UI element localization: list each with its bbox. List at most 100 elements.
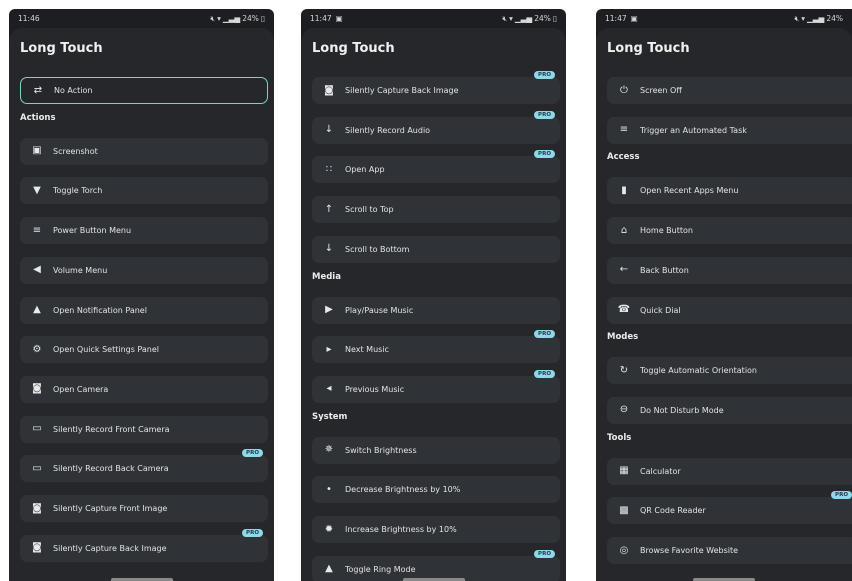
page-title: Long Touch	[20, 41, 103, 56]
action-option[interactable]: ↻ Toggle Automatic Orientation	[607, 357, 852, 385]
action-option[interactable]: ◙ Open Camera	[20, 375, 268, 403]
battery-percent: 24%	[534, 14, 551, 23]
pro-badge: PRO	[242, 528, 263, 537]
page-title: Long Touch	[607, 41, 690, 56]
action-option[interactable]: ◎ Browse Favorite Website	[607, 537, 852, 564]
torch-icon: ▼	[33, 184, 41, 196]
pro-badge: PRO	[534, 549, 555, 558]
video-camera-icon: ▭	[32, 423, 42, 435]
action-option[interactable]: ◀ Volume Menu	[20, 256, 268, 284]
action-option[interactable]: ↑ Scroll to Top	[312, 196, 560, 224]
action-option[interactable]: ☎ Quick Dial	[607, 296, 852, 324]
pro-badge: PRO	[534, 330, 555, 339]
swap-arrows-icon: ⇄	[33, 84, 43, 96]
skip-previous-icon: ◂	[326, 383, 332, 395]
arrow-up-icon: ↑	[324, 203, 334, 215]
action-option[interactable]: ✹ Increase Brightness by 10%	[312, 516, 560, 543]
option-label: Previous Music	[345, 384, 405, 394]
signal-icon: ▁▃▅	[807, 14, 825, 23]
brightness-icon: ✵	[324, 444, 334, 456]
action-option[interactable]: ↓ Silently Record Audio PRO	[312, 110, 560, 144]
selected-option[interactable]: ⇄ No Action	[20, 77, 268, 104]
option-label: Open Notification Panel	[53, 305, 147, 315]
option-label: Quick Dial	[640, 305, 681, 315]
page-title: Long Touch	[312, 41, 395, 56]
action-option[interactable]: ▶ Play/Pause Music	[312, 296, 560, 324]
back-icon: ←	[619, 264, 629, 276]
skip-next-icon: ▸	[326, 343, 332, 355]
action-option[interactable]: ▭ Silently Record Back Camera PRO	[20, 449, 268, 483]
camera-icon: ◙	[32, 383, 42, 395]
gear-icon: ⚙	[32, 343, 42, 355]
notification-icon: ▣	[335, 14, 343, 23]
option-label: Screen Off	[640, 86, 682, 95]
list-icon: ≡	[619, 124, 629, 136]
arrow-down-icon: ↓	[324, 243, 334, 255]
globe-icon: ◎	[619, 544, 629, 556]
phone-screen-2: 11:47 ▣ 🔇︎ ▾ ▁▃▅ 24% ▯ Long Touch ◙ Silen…	[301, 9, 566, 581]
action-option[interactable]: ∷ Open App PRO	[312, 150, 560, 184]
option-label: Power Button Menu	[53, 226, 132, 236]
option-label: Increase Brightness by 10%	[345, 525, 457, 534]
status-bar: 11:46 🔇︎ ▾ ▁▃▅ 24% ▯	[9, 9, 274, 28]
home-icon: ⌂	[620, 224, 628, 236]
action-option[interactable]: ⏻ Screen Off	[607, 77, 852, 104]
play-pause-icon: ▶	[325, 304, 333, 315]
battery-icon: ▯	[552, 14, 557, 23]
action-option[interactable]: ◂ Previous Music PRO	[312, 369, 560, 403]
action-option[interactable]: ◙ Silently Capture Back Image PRO	[20, 528, 268, 562]
action-option[interactable]: ▦ Calculator	[607, 457, 852, 485]
action-option[interactable]: ▭ Silently Record Front Camera	[20, 415, 268, 443]
action-option[interactable]: ▲ Open Notification Panel	[20, 296, 268, 324]
action-option[interactable]: ✵ Switch Brightness	[312, 436, 560, 464]
status-time: 11:47	[605, 14, 627, 23]
action-option[interactable]: ⊖ Do Not Disturb Mode	[607, 396, 852, 424]
action-option[interactable]: ⌂ Home Button	[607, 217, 852, 245]
option-label: Open Camera	[53, 384, 109, 394]
mute-icon: 🔇︎	[502, 13, 508, 23]
action-option[interactable]: ◙ Silently Capture Back Image PRO	[312, 71, 560, 104]
action-option[interactable]: ▸ Next Music PRO	[312, 330, 560, 364]
camera-icon: ◙	[32, 502, 42, 514]
action-option[interactable]: ≡ Trigger an Automated Task	[607, 116, 852, 144]
camera-icon: ◙	[324, 84, 334, 96]
pro-badge: PRO	[242, 449, 263, 458]
action-option[interactable]: ≡ Power Button Menu	[20, 217, 268, 245]
option-label: Volume Menu	[53, 265, 108, 275]
section-heading: Modes	[607, 332, 639, 343]
action-option[interactable]: ↓ Scroll to Bottom	[312, 235, 560, 263]
power-icon: ⏻	[620, 84, 628, 96]
menu-lines-icon: ≡	[32, 224, 42, 236]
action-option[interactable]: ▣ Screenshot	[20, 137, 268, 165]
rotate-icon: ↻	[619, 364, 629, 376]
status-time: 11:47	[310, 14, 332, 23]
action-option[interactable]: ▼ Toggle Torch	[20, 177, 268, 205]
status-time: 11:46	[18, 14, 40, 23]
option-label: Silently Capture Back Image	[53, 543, 167, 553]
option-label: Back Button	[640, 265, 689, 275]
action-option[interactable]: ◙ Silently Capture Front Image	[20, 495, 268, 522]
section-heading: Tools	[607, 432, 632, 443]
option-label: Scroll to Bottom	[345, 244, 410, 254]
recent-apps-icon: ▮	[621, 184, 627, 196]
status-bar: 11:47 ▣ 🔇︎ ▾ ▁▃▅ 24%	[596, 9, 852, 28]
action-option[interactable]: ▮ Open Recent Apps Menu	[607, 177, 852, 205]
pro-badge: PRO	[534, 150, 555, 159]
option-label: Next Music	[345, 345, 389, 355]
option-label: Play/Pause Music	[345, 305, 414, 315]
section-heading: Media	[312, 271, 341, 282]
option-label: Open Recent Apps Menu	[640, 186, 739, 196]
screenshot-icon: ▣	[32, 145, 42, 157]
action-option[interactable]: ⚙ Open Quick Settings Panel	[20, 336, 268, 364]
option-label: Toggle Ring Mode	[345, 564, 416, 574]
action-option[interactable]: ← Back Button	[607, 256, 852, 284]
calculator-icon: ▦	[619, 465, 629, 477]
phone-icon: ☎	[617, 304, 631, 315]
option-label: Silently Record Audio	[345, 125, 431, 135]
wifi-icon: ▾	[509, 14, 513, 23]
action-option[interactable]: ▩ QR Code Reader PRO	[607, 491, 852, 525]
option-label: Silently Record Back Camera	[53, 464, 169, 474]
action-option[interactable]: • Decrease Brightness by 10%	[312, 476, 560, 504]
status-bar: 11:47 ▣ 🔇︎ ▾ ▁▃▅ 24% ▯	[301, 9, 566, 28]
bell-icon: ▲	[33, 304, 41, 315]
